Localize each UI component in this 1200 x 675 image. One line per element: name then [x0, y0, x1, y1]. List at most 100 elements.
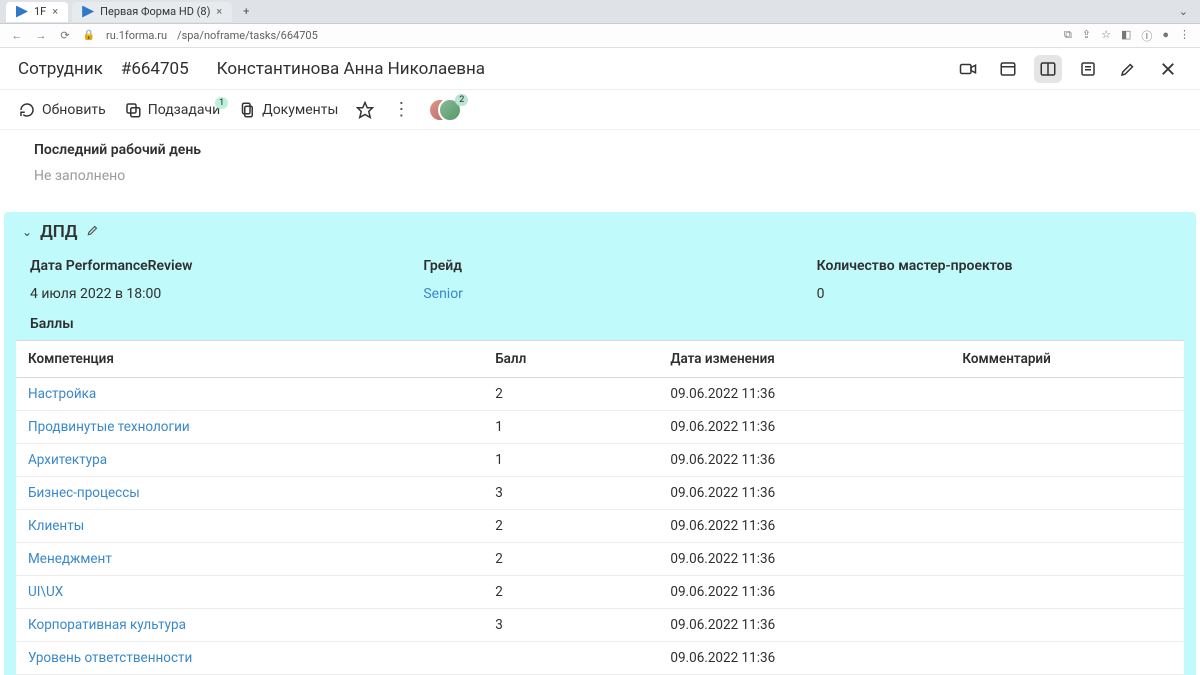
table-row: Клиенты209.06.2022 11:36 — [16, 510, 1184, 543]
perf-review-date-value: 4 июля 2022 в 18:00 — [30, 286, 383, 302]
dpd-title: ДПД — [40, 222, 77, 242]
browser-tab[interactable]: 1F × — [6, 2, 68, 22]
refresh-button[interactable]: Обновить — [18, 101, 106, 119]
pencil-icon[interactable] — [86, 223, 100, 241]
competency-link[interactable]: Менеджмент — [16, 543, 483, 576]
col-score: Балл — [483, 341, 658, 378]
page-header: Сотрудник #664705 Константинова Анна Ник… — [0, 48, 1200, 90]
competency-link[interactable]: Архитектура — [16, 444, 483, 477]
competency-link[interactable]: Клиенты — [16, 510, 483, 543]
reload-icon[interactable]: ⟳ — [58, 29, 72, 42]
entity-id: #664705 — [121, 59, 189, 79]
score-cell: 1 — [483, 444, 658, 477]
table-row: Уровень ответственности 09.06.2022 11:36 — [16, 642, 1184, 675]
tab-title: 1F — [34, 5, 46, 18]
competency-link[interactable]: Настройка — [16, 378, 483, 411]
competency-link[interactable]: Продвинутые технологии — [16, 411, 483, 444]
tabs-dropdown-icon[interactable]: ⌄ — [1173, 5, 1194, 18]
table-row: Корпоративная культура309.06.2022 11:36 — [16, 609, 1184, 642]
chevron-down-icon[interactable]: ⌄ — [22, 225, 32, 239]
comment-cell — [950, 444, 1184, 477]
browser-address-bar: ← → ⟳ 🔒 ru.1forma.ru/spa/noframe/tasks/6… — [0, 24, 1200, 48]
date-cell: 09.06.2022 11:36 — [658, 378, 950, 411]
score-cell: 2 — [483, 543, 658, 576]
scores-table: Компетенция Балл Дата изменения Коммента… — [16, 340, 1184, 675]
subtasks-button[interactable]: 1 Подзадачи — [124, 101, 220, 119]
master-projects-block: Количество мастер-проектов 0 — [817, 258, 1170, 302]
grade-block: Грейд Senior — [423, 258, 776, 302]
back-icon[interactable]: ← — [10, 29, 24, 42]
score-cell: 2 — [483, 576, 658, 609]
competency-link[interactable]: Корпоративная культура — [16, 609, 483, 642]
open-external-icon[interactable]: ⧉ — [1064, 28, 1072, 44]
score-cell: 2 — [483, 378, 658, 411]
documents-button[interactable]: Документы — [238, 101, 338, 119]
date-cell: 09.06.2022 11:36 — [658, 444, 950, 477]
subtasks-badge: 1 — [215, 97, 228, 109]
date-cell: 09.06.2022 11:36 — [658, 477, 950, 510]
close-icon[interactable]: × — [52, 5, 58, 18]
content-area: Последний рабочий день Не заполнено ⌄ ДП… — [0, 130, 1200, 675]
comment-cell — [950, 642, 1184, 675]
columns-icon[interactable] — [1034, 55, 1062, 83]
competency-link[interactable]: Уровень ответственности — [16, 642, 483, 675]
date-cell: 09.06.2022 11:36 — [658, 576, 950, 609]
comment-cell — [950, 510, 1184, 543]
date-cell: 09.06.2022 11:36 — [658, 543, 950, 576]
share-icon[interactable]: ⇪ — [1082, 28, 1091, 44]
profile-icon[interactable]: ● — [1162, 28, 1169, 44]
date-cell: 09.06.2022 11:36 — [658, 411, 950, 444]
new-tab-button[interactable]: + — [236, 5, 256, 18]
comment-cell — [950, 477, 1184, 510]
table-row: Настройка209.06.2022 11:36 — [16, 378, 1184, 411]
col-competency: Компетенция — [16, 341, 483, 378]
video-icon[interactable] — [954, 55, 982, 83]
refresh-icon — [18, 101, 36, 119]
documents-icon — [238, 101, 256, 119]
participants[interactable]: 2 — [428, 96, 462, 124]
url-host[interactable]: ru.1forma.ru — [106, 29, 167, 42]
lock-icon: 🔒 — [82, 30, 96, 41]
date-cell: 09.06.2022 11:36 — [658, 642, 950, 675]
close-icon[interactable] — [1154, 55, 1182, 83]
browser-action-icons: ⧉ ⇪ ☆ ◧ Ⓘ ● ⋮ — [1064, 28, 1190, 44]
header-actions — [954, 55, 1182, 83]
edit-icon[interactable] — [1114, 55, 1142, 83]
tab-title: Первая Форма HD (8) — [100, 5, 210, 18]
subtasks-label: Подзадачи — [148, 102, 220, 118]
documents-label: Документы — [262, 102, 338, 118]
score-cell: 3 — [483, 609, 658, 642]
dpd-summary-row: Дата PerformanceReview 4 июля 2022 в 18:… — [12, 252, 1188, 316]
score-cell — [483, 642, 658, 675]
notes-icon[interactable] — [1074, 55, 1102, 83]
entity-type: Сотрудник — [18, 59, 103, 79]
grade-value[interactable]: Senior — [423, 286, 776, 302]
entity-name: Константинова Анна Николаевна — [217, 59, 485, 79]
dpd-panel: ⌄ ДПД Дата PerformanceReview 4 июля 2022… — [4, 212, 1196, 675]
menu-icon[interactable]: ⋮ — [1179, 28, 1190, 44]
last-working-day-block: Последний рабочий день Не заполнено — [16, 130, 1184, 200]
extension-icon[interactable]: Ⓘ — [1141, 28, 1152, 44]
favorite-button[interactable] — [356, 101, 374, 119]
extension-icon[interactable]: ◧ — [1121, 28, 1131, 44]
competency-link[interactable]: Бизнес-процессы — [16, 477, 483, 510]
panel-icon[interactable] — [994, 55, 1022, 83]
url-path[interactable]: /spa/noframe/tasks/664705 — [177, 29, 318, 42]
bookmark-icon[interactable]: ☆ — [1101, 28, 1111, 44]
refresh-label: Обновить — [42, 102, 106, 118]
browser-tab[interactable]: Первая Форма HD (8) × — [72, 2, 232, 22]
date-cell: 09.06.2022 11:36 — [658, 510, 950, 543]
subtasks-icon — [124, 101, 142, 119]
participants-count: 2 — [455, 94, 468, 106]
competency-link[interactable]: UI\UX — [16, 576, 483, 609]
toolbar: Обновить 1 Подзадачи Документы ⋮ 2 — [0, 90, 1200, 130]
comment-cell — [950, 411, 1184, 444]
close-icon[interactable]: × — [216, 5, 222, 18]
forward-icon[interactable]: → — [34, 29, 48, 42]
tab-favicon — [82, 6, 94, 18]
more-icon[interactable]: ⋮ — [392, 99, 410, 120]
master-projects-value: 0 — [817, 286, 1170, 302]
perf-review-date-block: Дата PerformanceReview 4 июля 2022 в 18:… — [30, 258, 383, 302]
comment-cell — [950, 576, 1184, 609]
grade-label: Грейд — [423, 258, 776, 274]
